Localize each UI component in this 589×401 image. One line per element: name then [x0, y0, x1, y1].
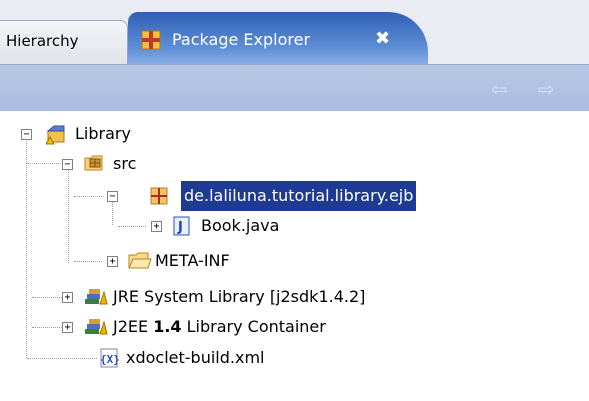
library-icon	[84, 287, 108, 307]
package-explorer-icon	[140, 29, 162, 55]
tab-hierarchy[interactable]: Hierarchy	[0, 20, 128, 64]
tree-label-xdoclet-build: xdoclet-build.xml	[126, 348, 265, 367]
tree-item-jre-library[interactable]: + JRE System Library [j2sdk1.4.2]	[0, 282, 560, 312]
tree-item-j2ee-library[interactable]: + J2EE 1.4 Library Container	[0, 312, 560, 342]
expand-toggle[interactable]: +	[151, 221, 162, 232]
folder-icon	[128, 251, 152, 271]
xml-file-icon: {X}	[98, 348, 120, 368]
tree-label-meta-inf: META-INF	[155, 251, 230, 270]
project-icon	[45, 123, 66, 145]
tree-item-meta-inf[interactable]: + META-INF	[0, 246, 400, 276]
tab-package-explorer-label: Package Explorer	[172, 30, 311, 49]
svg-text:J: J	[177, 220, 183, 235]
tree-item-xdoclet-build[interactable]: {X} xdoclet-build.xml	[0, 343, 400, 373]
tree-item-book-java[interactable]: + J Book.java	[0, 211, 400, 241]
java-file-icon: J	[173, 216, 193, 236]
expand-toggle[interactable]: +	[107, 256, 118, 267]
close-icon[interactable]: ✖	[375, 28, 390, 49]
tree-item-library[interactable]: − Library	[0, 119, 300, 149]
forward-arrow-icon[interactable]: ⇨	[538, 77, 555, 101]
back-arrow-icon[interactable]: ⇦	[491, 77, 508, 101]
package-icon	[149, 186, 169, 206]
svg-text:{X}: {X}	[100, 353, 120, 366]
view-tab-bar: Hierarchy Package Explorer ✖	[0, 0, 589, 65]
tree-item-src[interactable]: − src	[0, 149, 300, 179]
expand-toggle[interactable]: +	[62, 292, 73, 303]
j2ee-version: 1.4	[153, 317, 182, 336]
collapse-toggle[interactable]: −	[21, 129, 32, 140]
tree-label-j2ee-library: J2EE 1.4 Library Container	[113, 312, 326, 342]
j2ee-suffix: Library Container	[181, 317, 326, 336]
collapse-toggle[interactable]: −	[107, 191, 118, 202]
tree-label-package: de.laliluna.tutorial.library.ejb	[179, 180, 418, 212]
tree-label-jre-library: JRE System Library [j2sdk1.4.2]	[113, 287, 366, 306]
tab-hierarchy-label: Hierarchy	[6, 32, 79, 50]
tab-package-explorer[interactable]: Package Explorer ✖	[128, 12, 428, 64]
tree-label-src: src	[113, 154, 137, 173]
package-tree: − Library − src − de.laliluna.tutorial.l…	[0, 111, 589, 401]
j2ee-prefix: J2EE	[113, 317, 154, 336]
expand-toggle[interactable]: +	[62, 322, 73, 333]
tree-label-library: Library	[75, 124, 131, 143]
tree-label-book-java: Book.java	[201, 216, 280, 235]
tree-item-package[interactable]: − de.laliluna.tutorial.library.ejb	[0, 180, 540, 212]
view-toolbar: ⇦ ⇨	[0, 65, 589, 111]
library-icon	[84, 317, 108, 337]
collapse-toggle[interactable]: −	[62, 159, 73, 170]
source-folder-icon	[84, 153, 104, 173]
